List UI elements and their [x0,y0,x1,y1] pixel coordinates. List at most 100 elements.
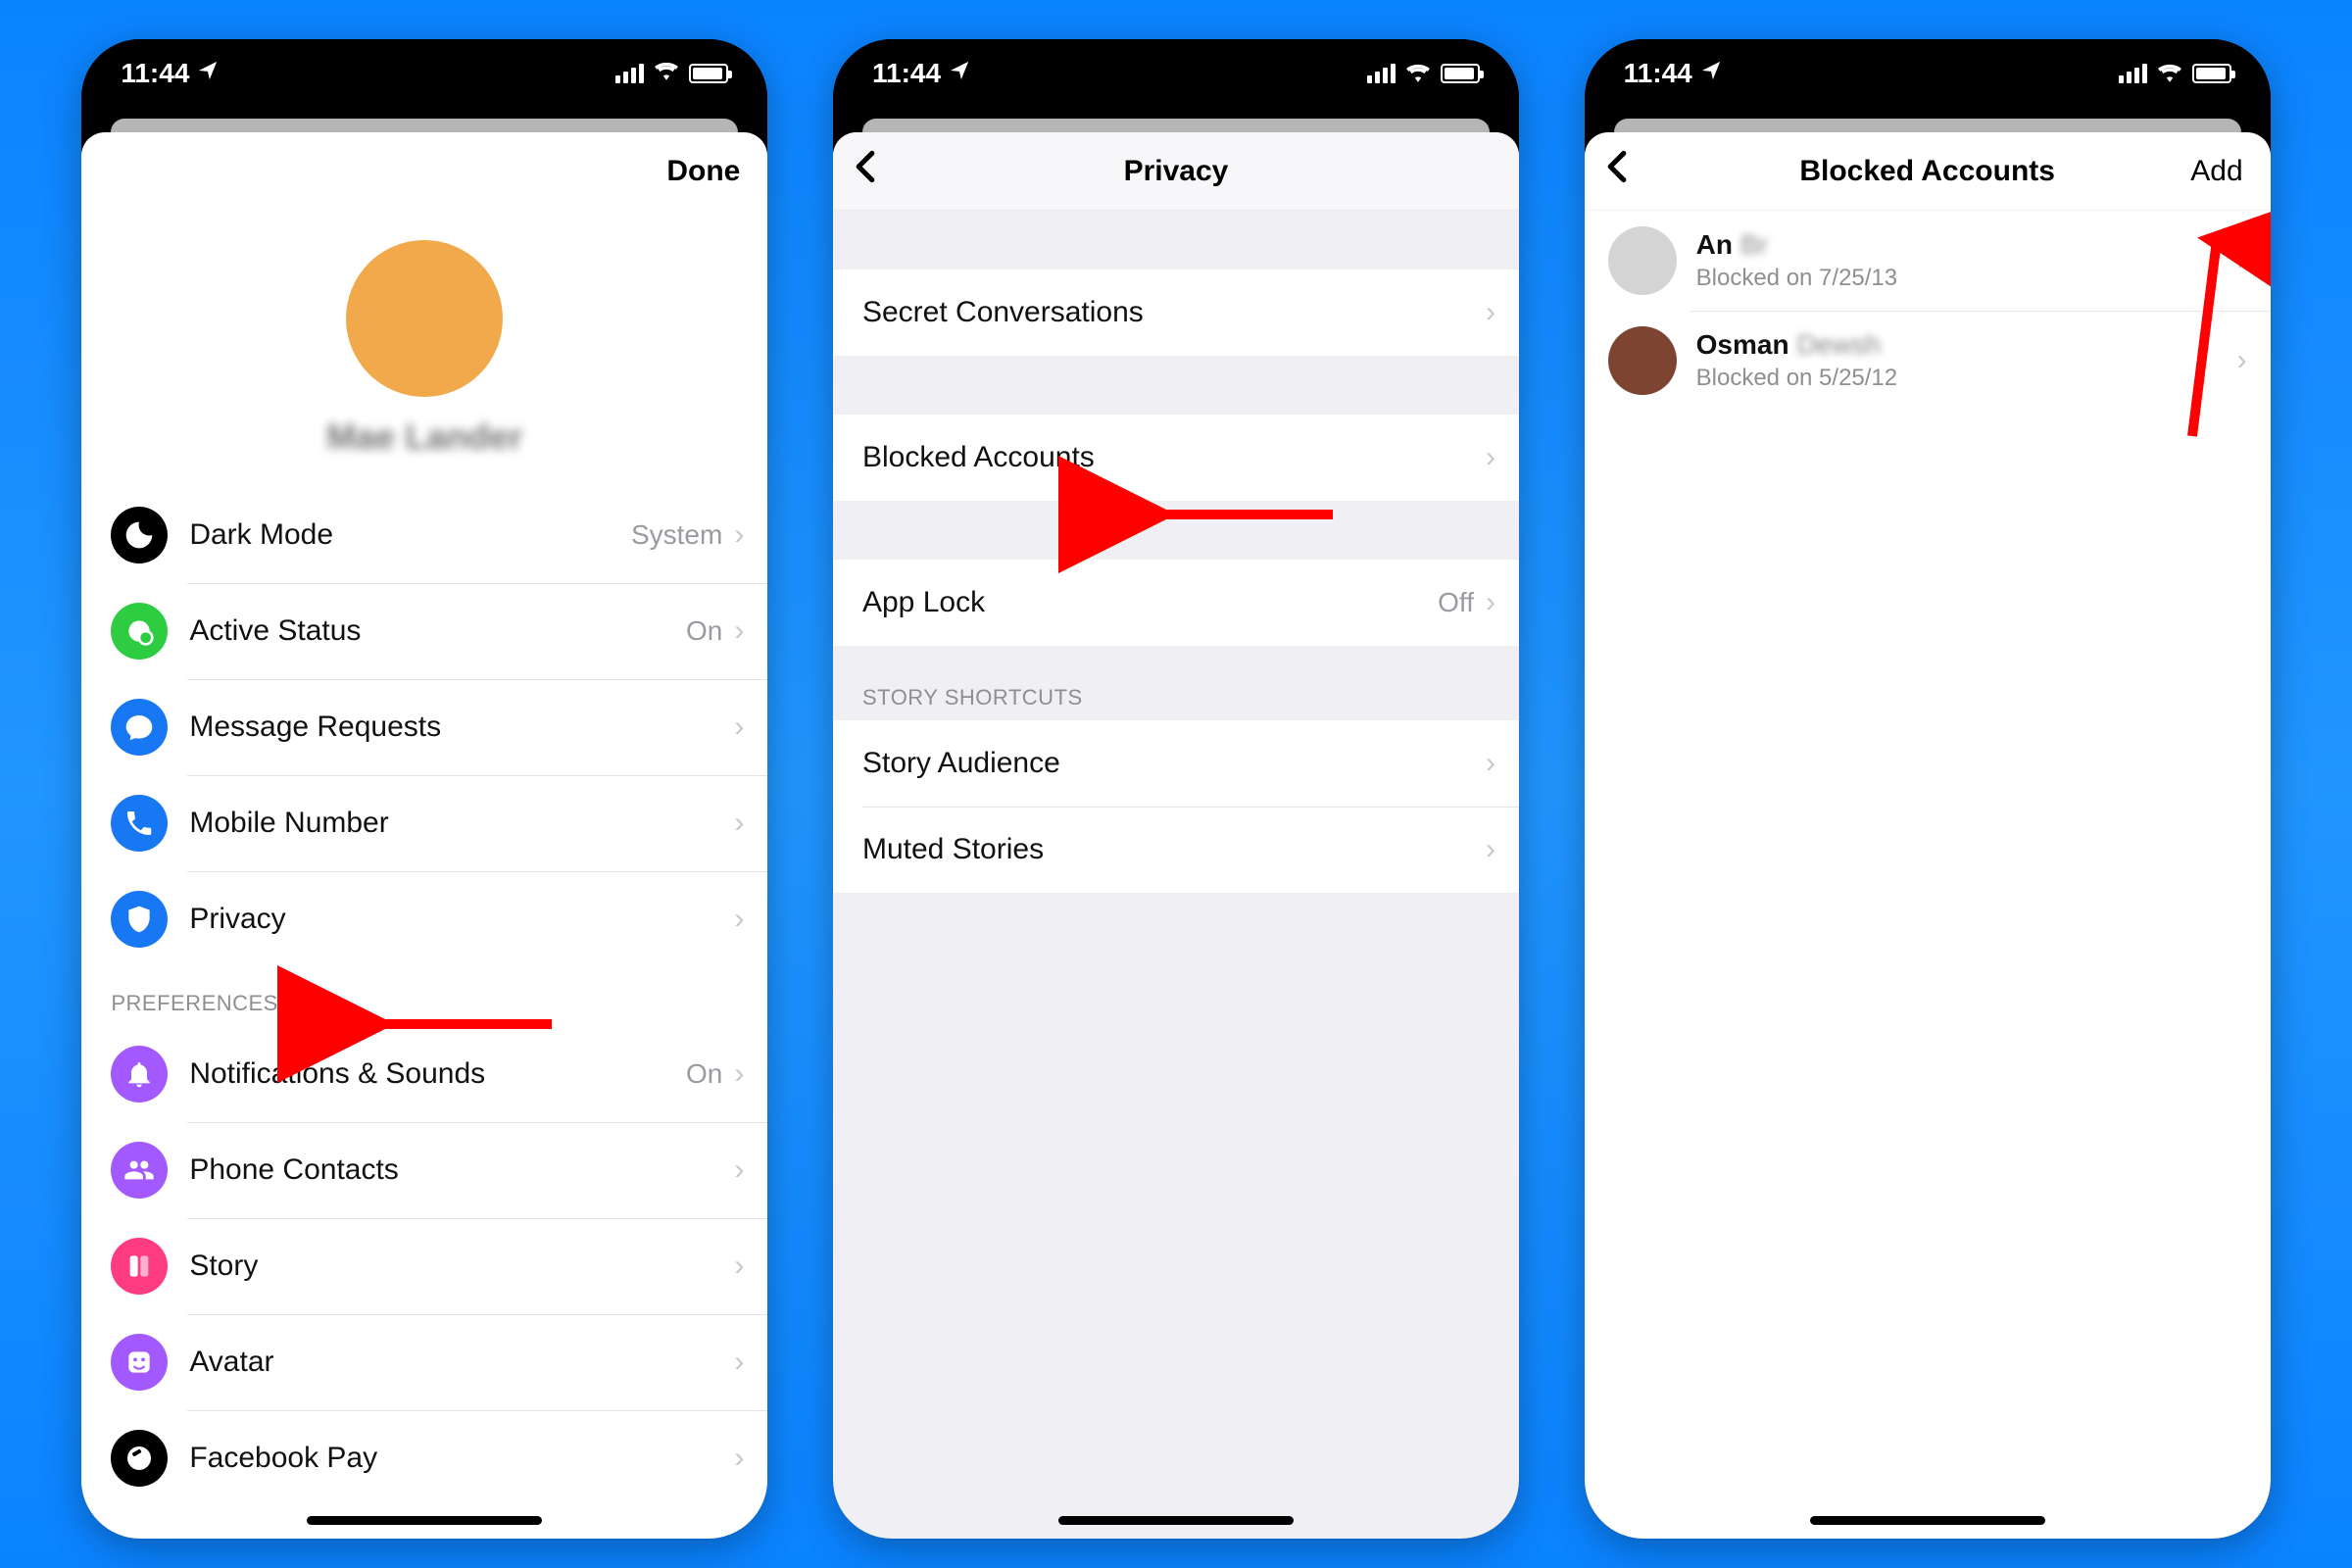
location-icon [197,60,219,88]
profile-avatar[interactable] [346,240,503,397]
wifi-icon [1405,58,1431,89]
home-indicator [307,1516,542,1525]
wifi-icon [2157,58,2182,89]
phone-privacy: 11:44 Privacy Secret Conversations › [833,39,1519,1539]
blocked-sub: Blocked on 5/25/12 [1696,365,2237,392]
blocked-avatar [1608,326,1677,395]
settings-list-main: Dark Mode System › Active Status On › Me… [81,487,767,967]
add-button[interactable]: Add [2190,155,2242,188]
settings-screen: Done Mae Lander Dark Mode System › Activ [81,132,767,1539]
row-label: Phone Contacts [189,1153,734,1187]
row-story-audience[interactable]: Story Audience › [833,720,1519,807]
privacy-group-story: Story Audience › Muted Stories › [833,720,1519,893]
chevron-right-icon: › [2237,344,2247,377]
shield-icon [111,891,168,948]
row-story[interactable]: Story › [81,1218,767,1314]
story-shortcuts-header: STORY SHORTCUTS [833,646,1519,720]
row-facebook-pay[interactable]: Facebook Pay › [81,1410,767,1506]
row-label: Message Requests [189,710,734,744]
contacts-icon [111,1142,168,1199]
row-label: Story [189,1250,734,1283]
row-label: Avatar [189,1346,734,1379]
row-label: Blocked Accounts [862,441,1486,474]
row-label: Story Audience [862,747,1486,780]
blocked-avatar [1608,226,1677,295]
row-value: On [686,615,722,647]
privacy-group-secret: Secret Conversations › [833,270,1519,356]
status-bar: 11:44 [81,39,767,108]
row-notifications[interactable]: Notifications & Sounds On › [81,1026,767,1122]
cellular-icon [2119,64,2147,83]
back-button[interactable] [855,149,876,193]
chevron-right-icon: › [1486,586,1495,619]
blocked-sub: Blocked on 7/25/13 [1696,265,2237,292]
row-label: Notifications & Sounds [189,1057,686,1091]
sheet-background-hint [1585,108,2271,132]
privacy-screen: Privacy Secret Conversations › Blocked A… [833,132,1519,1539]
status-bar: 11:44 [833,39,1519,108]
row-message-requests[interactable]: Message Requests › [81,679,767,775]
status-time: 11:44 [121,58,189,89]
wifi-icon [654,60,679,87]
row-label: Facebook Pay [189,1442,734,1475]
chevron-right-icon: › [734,1250,744,1283]
message-icon [111,699,168,756]
nav-bar: Blocked Accounts Add [1585,132,2271,211]
row-label: Mobile Number [189,807,734,840]
row-app-lock[interactable]: App Lock Off › [833,560,1519,646]
battery-icon [689,64,728,83]
blocked-item[interactable]: Osman Dewsh Blocked on 5/25/12 › [1585,311,2271,411]
avatar-icon [111,1334,168,1391]
chevron-right-icon: › [734,1442,744,1475]
blocked-screen: Blocked Accounts Add An Br Blocked on 7/… [1585,132,2271,1539]
status-icon [111,603,168,660]
chevron-right-icon: › [734,614,744,648]
location-icon [1700,60,1722,88]
nav-bar: Privacy [833,132,1519,211]
story-icon [111,1238,168,1295]
chevron-right-icon: › [734,807,744,840]
row-mobile-number[interactable]: Mobile Number › [81,775,767,871]
cellular-icon [615,64,644,83]
row-label: Privacy [189,903,734,936]
phone-settings: 11:44 Done Mae Lander [81,39,767,1539]
row-value: On [686,1058,722,1090]
home-indicator [1058,1516,1294,1525]
location-icon [949,60,970,88]
nav-title: Blocked Accounts [1799,155,2055,188]
chevron-right-icon: › [734,710,744,744]
settings-list-preferences: Notifications & Sounds On › Phone Contac… [81,1026,767,1506]
row-phone-contacts[interactable]: Phone Contacts › [81,1122,767,1218]
row-label: Dark Mode [189,518,631,552]
row-avatar[interactable]: Avatar › [81,1314,767,1410]
row-secret-conversations[interactable]: Secret Conversations › [833,270,1519,356]
row-label: Secret Conversations [862,296,1486,329]
cellular-icon [1367,64,1396,83]
privacy-group-blocked: Blocked Accounts › [833,415,1519,501]
pay-icon [111,1430,168,1487]
blocked-list: An Br Blocked on 7/25/13 › Osman Dewsh B… [1585,211,2271,411]
chevron-right-icon: › [734,518,744,552]
row-muted-stories[interactable]: Muted Stories › [833,807,1519,893]
status-time: 11:44 [872,58,941,89]
blocked-name: Osman Dewsh [1696,329,2237,361]
row-privacy[interactable]: Privacy › [81,871,767,967]
row-dark-mode[interactable]: Dark Mode System › [81,487,767,583]
chevron-right-icon: › [1486,296,1495,329]
done-button[interactable]: Done [666,155,740,188]
profile-area: Mae Lander [81,211,767,487]
chevron-right-icon: › [734,903,744,936]
privacy-group-applock: App Lock Off › [833,560,1519,646]
preferences-header: PREFERENCES [81,967,767,1026]
chevron-right-icon: › [1486,747,1495,780]
back-button[interactable] [1606,149,1628,193]
chevron-right-icon: › [734,1346,744,1379]
blocked-item[interactable]: An Br Blocked on 7/25/13 › [1585,211,2271,311]
chevron-right-icon: › [734,1153,744,1187]
nav-title: Privacy [1124,155,1229,188]
row-blocked-accounts[interactable]: Blocked Accounts › [833,415,1519,501]
row-active-status[interactable]: Active Status On › [81,583,767,679]
battery-icon [1441,64,1480,83]
chevron-right-icon: › [734,1057,744,1091]
chevron-right-icon: › [2237,244,2247,277]
